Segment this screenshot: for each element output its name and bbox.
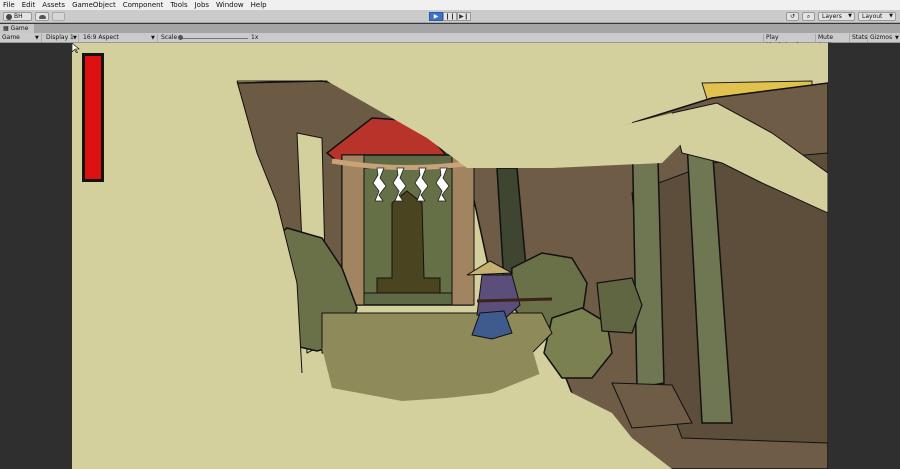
layout-dropdown[interactable]: Layout ▼ — [858, 12, 896, 21]
menu-assets[interactable]: Assets — [42, 0, 65, 10]
chevron-down-icon: ▼ — [889, 13, 893, 19]
ground-platform — [321, 312, 553, 354]
menu-jobs[interactable]: Jobs — [195, 0, 209, 10]
main-toolbar: BH ▶ ❙❙ ▶❙ ↺ ⌕ Layers ▼ Layout ▼ — [0, 10, 900, 23]
step-button[interactable]: ▶❙ — [457, 12, 471, 21]
mute-audio-toggle[interactable]: Mute Audio — [815, 34, 849, 49]
play-button[interactable]: ▶ — [429, 12, 443, 21]
health-bar-fill — [85, 56, 101, 179]
shrine-pillar-right — [451, 154, 475, 306]
health-bar — [82, 53, 104, 182]
undo-history-button[interactable]: ↺ — [786, 12, 799, 21]
bush-far-right — [596, 277, 643, 334]
menu-help[interactable]: Help — [251, 0, 267, 10]
game-scene — [72, 43, 828, 469]
display-label: Display 1 — [46, 34, 74, 41]
history-icon: ↺ — [789, 13, 796, 20]
game-view-panel — [0, 43, 900, 469]
menu-component[interactable]: Component — [123, 0, 164, 10]
account-label: BH — [14, 13, 23, 20]
search-icon: ⌕ — [806, 13, 811, 20]
gizmos-label: Gizmos — [870, 34, 893, 41]
account-dropdown[interactable]: BH — [3, 12, 32, 21]
chevron-down-icon: ▼ — [151, 35, 155, 41]
aspect-label: 16:9 Aspect — [83, 34, 119, 41]
tab-game[interactable]: ▦ Game — [0, 24, 34, 33]
menu-tools[interactable]: Tools — [170, 0, 187, 10]
gizmos-dropdown[interactable]: Gizmos ▼ — [867, 34, 900, 42]
scale-slider-track[interactable] — [180, 38, 248, 39]
chevron-down-icon: ▼ — [35, 35, 39, 41]
pause-icon: ❙❙ — [444, 13, 456, 20]
chevron-down-icon: ▼ — [895, 35, 899, 41]
game-viewport[interactable] — [72, 43, 828, 469]
aspect-dropdown[interactable]: 16:9 Aspect ▼ — [81, 34, 158, 42]
menu-gameobject[interactable]: GameObject — [72, 0, 116, 10]
step-icon: ▶❙ — [459, 13, 469, 20]
collab-button[interactable] — [52, 12, 65, 21]
game-controller-icon: ▦ — [3, 25, 9, 32]
tab-bar: ▦ Game — [0, 24, 900, 33]
search-button[interactable]: ⌕ — [802, 12, 815, 21]
layers-label: Layers — [822, 13, 842, 20]
play-maximized-dropdown[interactable]: Play Maximized▼ — [763, 34, 814, 49]
stats-toggle[interactable]: Stats — [849, 34, 867, 42]
display-dropdown[interactable]: Display 1 ▼ — [44, 34, 79, 42]
account-icon — [6, 13, 12, 20]
chevron-down-icon: ▼ — [73, 35, 77, 41]
pause-button[interactable]: ❙❙ — [443, 12, 457, 21]
scale-slider-handle[interactable] — [178, 35, 183, 40]
layers-dropdown[interactable]: Layers ▼ — [818, 12, 855, 21]
menu-file[interactable]: File — [3, 0, 15, 10]
mouse-cursor-icon — [72, 43, 80, 53]
menu-edit[interactable]: Edit — [22, 0, 36, 10]
scale-value: 1x — [251, 34, 259, 41]
game-view-toolbar: Game ▼ Display 1 ▼ 16:9 Aspect ▼ Scale 1x P… — [0, 33, 900, 49]
menu-bar: File Edit Assets GameObject Component To… — [0, 0, 900, 10]
play-icon: ▶ — [433, 13, 439, 20]
chevron-down-icon: ▼ — [848, 13, 852, 19]
layout-label: Layout — [862, 13, 883, 20]
menu-window[interactable]: Window — [216, 0, 244, 10]
view-mode-dropdown[interactable]: Game ▼ — [0, 34, 42, 42]
scale-label: Scale — [161, 34, 178, 41]
character-rifle — [476, 297, 553, 303]
playmode-controls: ▶ ❙❙ ▶❙ — [429, 12, 471, 21]
cloud-icon[interactable] — [35, 12, 49, 21]
view-mode-label: Game — [2, 34, 20, 41]
tab-game-label: Game — [10, 25, 29, 32]
stats-label: Stats — [852, 34, 868, 41]
